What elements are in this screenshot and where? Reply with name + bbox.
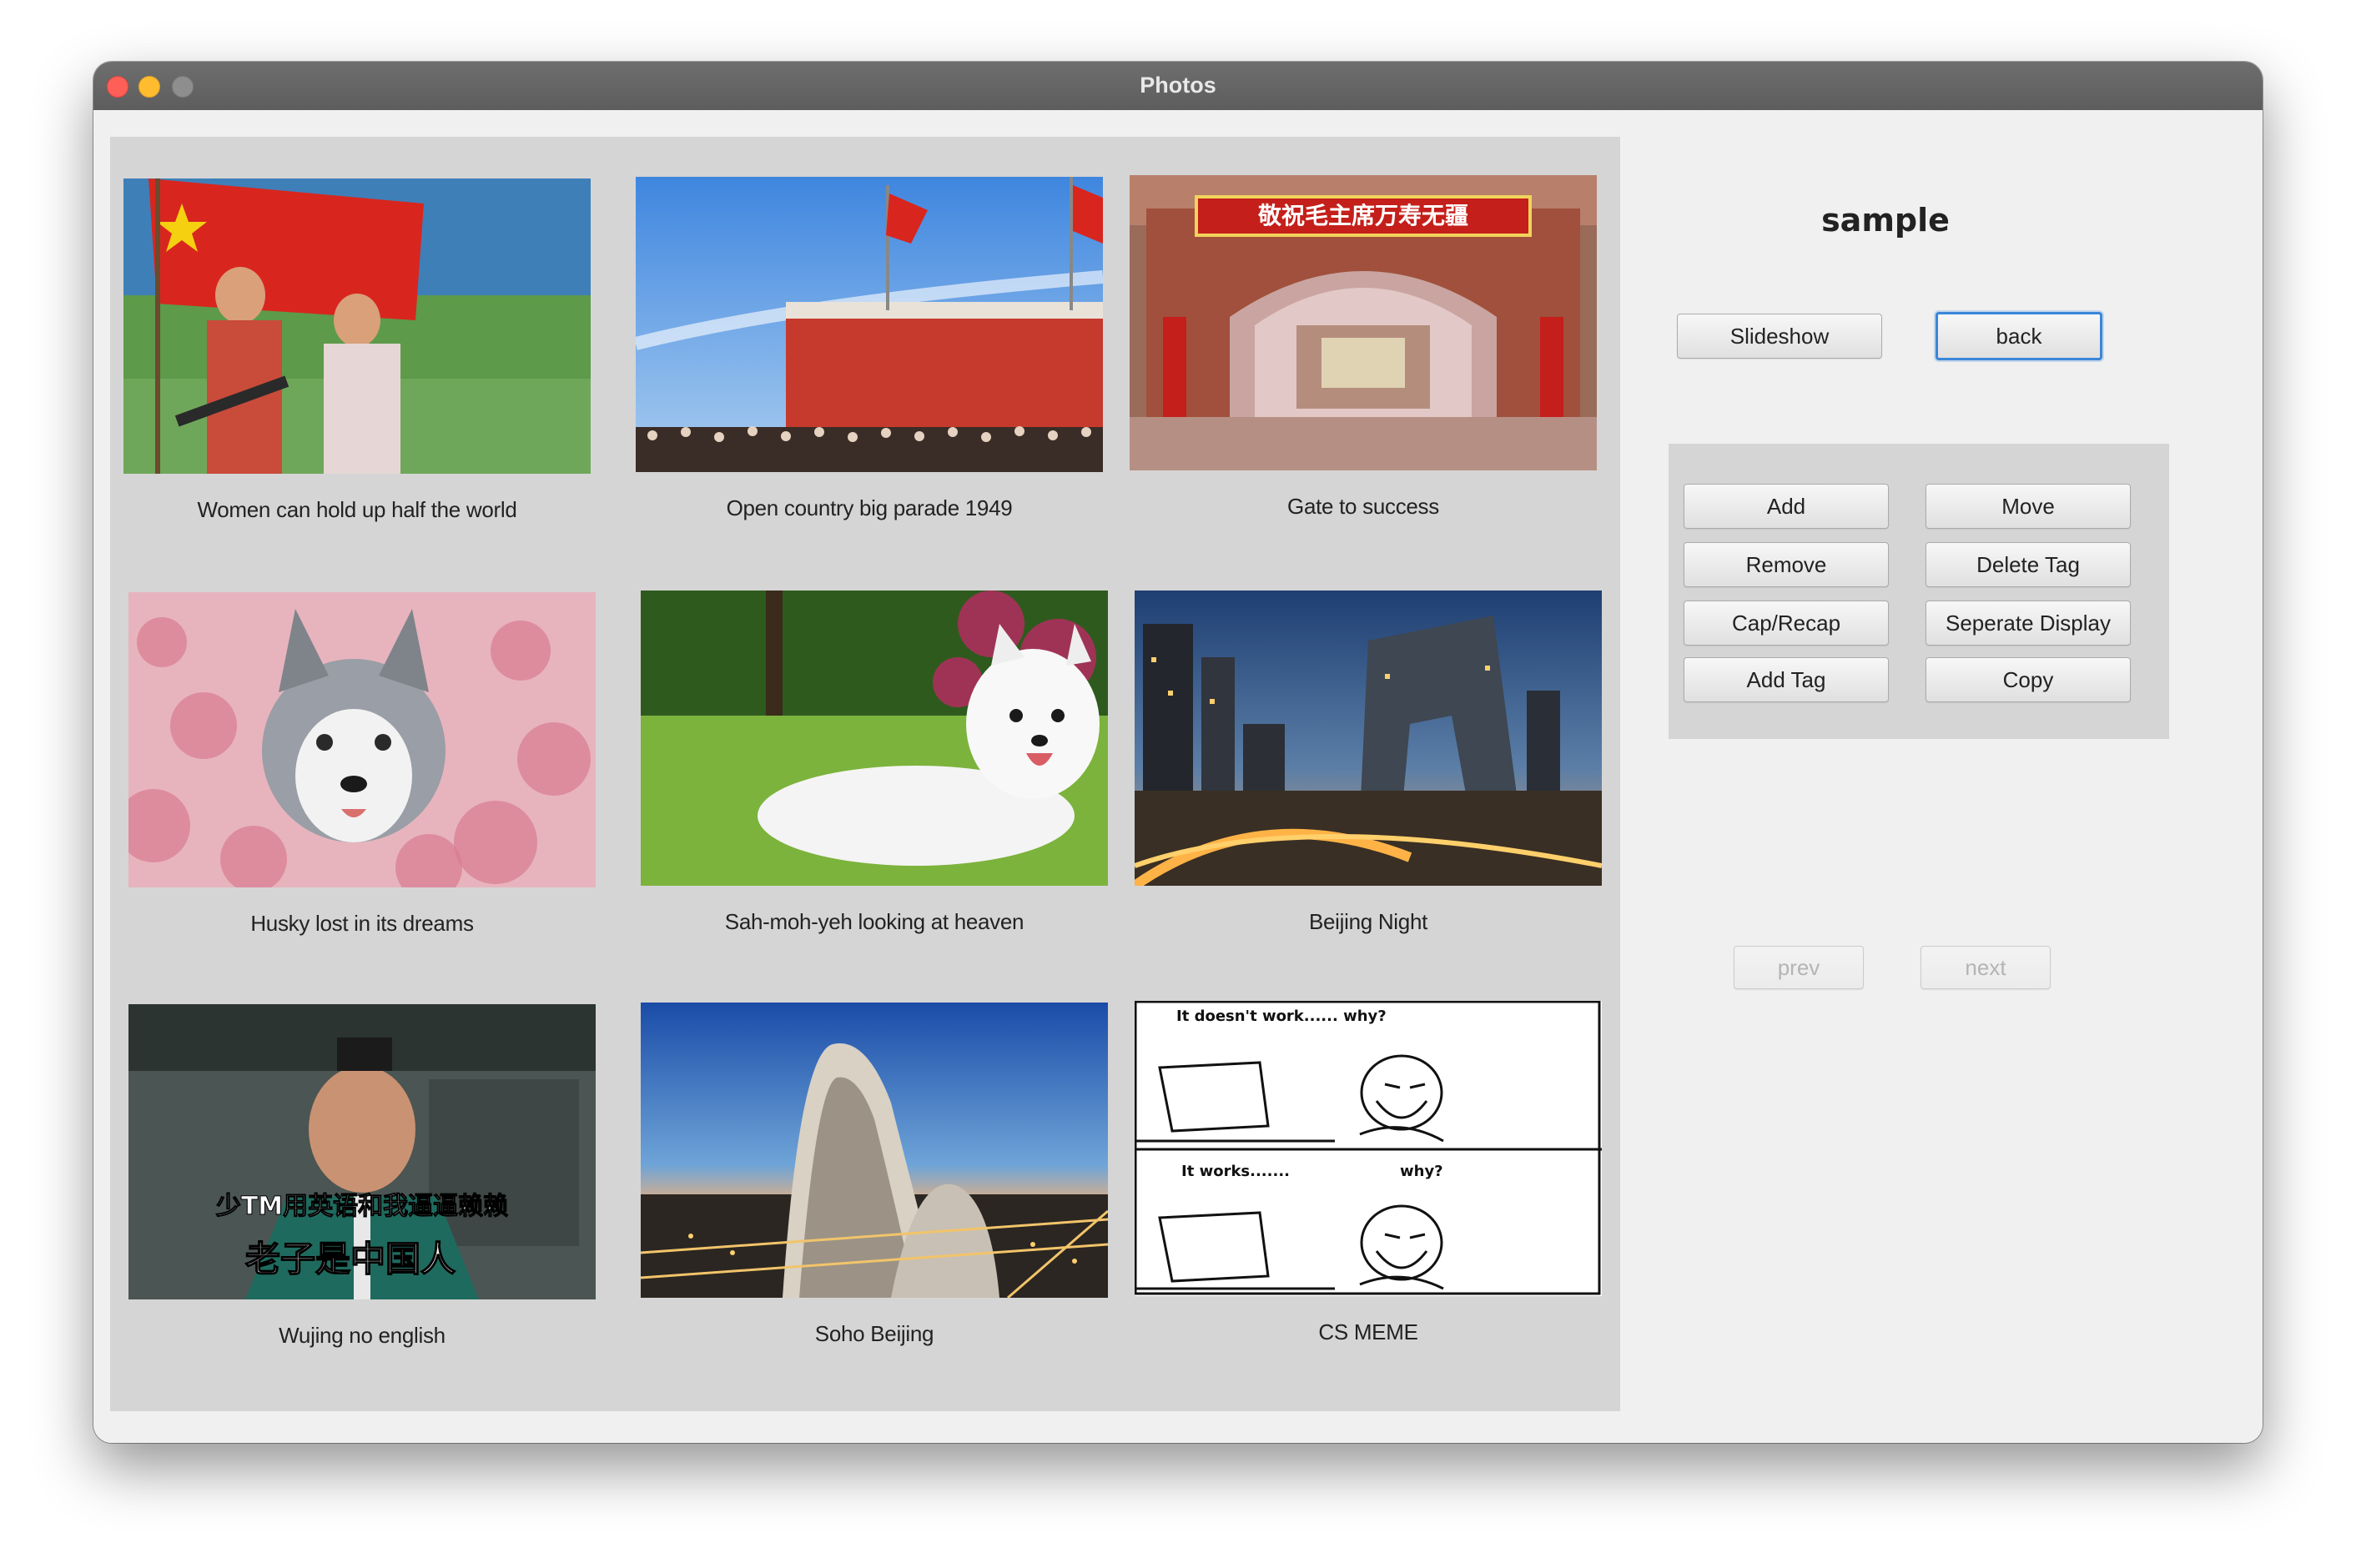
slideshow-button[interactable]: Slideshow — [1677, 314, 1882, 359]
photo-caption: Sah-moh-yeh looking at heaven — [724, 909, 1024, 934]
photo-caption: Wujing no english — [279, 1323, 446, 1348]
meme-subtitle-line1: 少TM用英语和我逼逼赖赖 — [216, 1192, 508, 1221]
photo-cell[interactable]: Beijing Night — [1135, 591, 1602, 935]
photos-window: Photos Women can hold up half the world … — [93, 62, 2263, 1443]
comic-panel1-text: It doesn't work...... why? — [1176, 1008, 1387, 1025]
photo-caption: Gate to success — [1287, 494, 1439, 519]
photo-caption: Open country big parade 1949 — [726, 495, 1013, 520]
gate-banner-text: 敬祝毛主席万寿无疆 — [1257, 202, 1468, 229]
remove-button[interactable]: Remove — [1684, 542, 1889, 587]
photo-cell[interactable]: Soho Beijing — [641, 1003, 1108, 1347]
photo-cell[interactable]: Open country big parade 1949 — [636, 177, 1103, 521]
city-night-photo[interactable] — [1135, 591, 1602, 886]
photo-caption: Beijing Night — [1308, 909, 1428, 934]
album-name: sample — [1821, 202, 1950, 239]
back-button[interactable]: back — [1936, 312, 2102, 360]
comic-panel2-left-text: It works....... — [1181, 1163, 1290, 1180]
next-button[interactable]: next — [1921, 946, 2051, 989]
photo-gallery: Women can hold up half the world Open co… — [110, 137, 1620, 1411]
comic-meme-photo[interactable]: It doesn't work...... why? It works.....… — [1135, 1001, 1602, 1296]
copy-button[interactable]: Copy — [1926, 657, 2131, 702]
delete-tag-button[interactable]: Delete Tag — [1926, 542, 2131, 587]
photo-cell[interactable]: Women can hold up half the world — [123, 178, 591, 523]
parade-photo[interactable] — [636, 177, 1103, 472]
separate-display-button[interactable]: Seperate Display — [1926, 601, 2131, 646]
gate-photo[interactable]: 敬祝毛主席万寿无疆 — [1130, 175, 1597, 470]
photo-cell[interactable]: 敬祝毛主席万寿无疆 Gate to success — [1130, 175, 1597, 520]
photo-caption: CS MEME — [1318, 1319, 1418, 1344]
photo-cell[interactable]: Husky lost in its dreams — [128, 592, 596, 937]
add-button[interactable]: Add — [1684, 484, 1889, 529]
prev-button[interactable]: prev — [1734, 946, 1864, 989]
window-title: Photos — [1140, 73, 1216, 98]
window-content: Women can hold up half the world Open co… — [93, 110, 2263, 1443]
title-bar: Photos — [93, 62, 2263, 111]
photo-cell[interactable]: Sah-moh-yeh looking at heaven — [641, 591, 1108, 935]
add-tag-button[interactable]: Add Tag — [1684, 657, 1889, 702]
photo-caption: Husky lost in its dreams — [250, 911, 474, 936]
propaganda-poster-photo[interactable] — [123, 178, 591, 474]
meme-subtitle-line2: 老子是中国人 — [245, 1239, 456, 1279]
photo-cell[interactable]: 少TM用英语和我逼逼赖赖 老子是中国人 Wujing no english — [128, 1004, 596, 1349]
meme-photo[interactable]: 少TM用英语和我逼逼赖赖 老子是中国人 — [128, 1004, 596, 1299]
husky-photo[interactable] — [128, 592, 596, 887]
photo-cell[interactable]: It doesn't work...... why? It works.....… — [1135, 1001, 1602, 1345]
photo-caption: Soho Beijing — [814, 1321, 934, 1346]
samoyed-photo[interactable] — [641, 591, 1108, 886]
photo-caption: Women can hold up half the world — [197, 497, 517, 522]
comic-panel2-right-text: why? — [1400, 1163, 1443, 1180]
soho-building-photo[interactable] — [641, 1003, 1108, 1298]
move-button[interactable]: Move — [1926, 484, 2131, 529]
cap-recap-button[interactable]: Cap/Recap — [1684, 601, 1889, 646]
